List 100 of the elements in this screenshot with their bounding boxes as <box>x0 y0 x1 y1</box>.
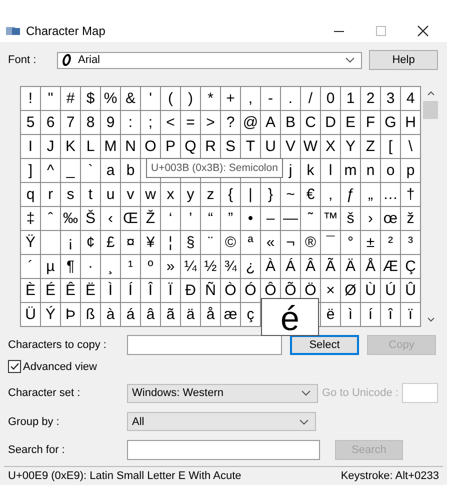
character-cell[interactable]: m <box>340 158 360 182</box>
character-cell[interactable]: ï <box>400 302 420 326</box>
character-cell[interactable]: % <box>100 86 120 110</box>
character-cell[interactable]: @ <box>240 110 260 134</box>
character-cell[interactable]: Ð <box>180 278 200 302</box>
character-cell[interactable]: ž <box>400 206 420 230</box>
character-cell[interactable]: µ <box>40 254 60 278</box>
character-cell[interactable]: $ <box>80 86 100 110</box>
character-cell[interactable]: ë <box>320 302 340 326</box>
character-cell[interactable]: N <box>120 134 140 158</box>
character-cell[interactable]: ì <box>340 302 360 326</box>
character-cell[interactable]: ; <box>140 110 160 134</box>
character-cell[interactable]: ‹ <box>100 206 120 230</box>
character-set-dropdown[interactable]: Windows: Western <box>127 384 318 402</box>
character-cell[interactable]: › <box>360 206 380 230</box>
character-cell[interactable]: \ <box>400 134 420 158</box>
character-cell[interactable]: „ <box>360 182 380 206</box>
character-cell[interactable]: • <box>240 206 260 230</box>
character-cell[interactable]: ¸ <box>100 254 120 278</box>
character-cell[interactable]: Š <box>80 206 100 230</box>
character-cell[interactable]: ¾ <box>220 254 240 278</box>
character-cell[interactable]: < <box>160 110 180 134</box>
character-cell[interactable]: ! <box>20 86 40 110</box>
character-cell[interactable]: ¬ <box>280 230 300 254</box>
character-cell[interactable]: Ý <box>40 302 60 326</box>
character-cell[interactable]: š <box>340 206 360 230</box>
close-icon[interactable] <box>417 25 429 37</box>
character-cell[interactable]: † <box>400 182 420 206</box>
character-cell[interactable]: q <box>20 182 40 206</box>
character-cell[interactable]: y <box>180 182 200 206</box>
character-cell[interactable]: _ <box>60 158 80 182</box>
character-cell[interactable]: À <box>260 254 280 278</box>
character-cell[interactable]: n <box>360 158 380 182</box>
maximize-icon[interactable] <box>375 25 387 37</box>
group-by-dropdown[interactable]: All <box>127 412 316 431</box>
character-cell[interactable]: — <box>280 206 300 230</box>
character-cell[interactable]: ¥ <box>140 230 160 254</box>
character-cell[interactable]: " <box>40 86 60 110</box>
character-cell[interactable]: î <box>380 302 400 326</box>
character-cell[interactable]: ƒ <box>340 182 360 206</box>
scroll-up-icon[interactable] <box>426 90 434 96</box>
character-cell[interactable]: } <box>260 182 280 206</box>
character-cell[interactable]: s <box>60 182 80 206</box>
checkbox[interactable] <box>8 360 21 373</box>
character-cell[interactable]: ¶ <box>60 254 80 278</box>
character-cell[interactable]: ” <box>220 206 240 230</box>
character-cell[interactable]: Ç <box>400 254 420 278</box>
character-cell[interactable]: ? <box>220 110 240 134</box>
character-cell[interactable]: ´ <box>20 254 40 278</box>
character-cell[interactable]: Å <box>360 254 380 278</box>
character-cell[interactable]: t <box>80 182 100 206</box>
character-cell[interactable]: ¹ <box>120 254 140 278</box>
character-cell[interactable]: o <box>380 158 400 182</box>
character-cell[interactable]: œ <box>380 206 400 230</box>
character-cell[interactable]: ¢ <box>80 230 100 254</box>
character-cell[interactable]: © <box>220 230 240 254</box>
character-cell[interactable]: § <box>180 230 200 254</box>
character-cell[interactable]: ß <box>80 302 100 326</box>
character-cell[interactable]: á <box>120 302 140 326</box>
character-cell[interactable]: ¿ <box>240 254 260 278</box>
character-cell[interactable]: ˜ <box>300 206 320 230</box>
character-cell[interactable]: { <box>220 182 240 206</box>
character-cell[interactable]: , <box>240 86 260 110</box>
character-cell[interactable]: Û <box>400 278 420 302</box>
character-cell[interactable]: W <box>300 134 320 158</box>
character-cell[interactable]: Ï <box>160 278 180 302</box>
character-cell[interactable]: » <box>160 254 180 278</box>
character-cell[interactable]: ä <box>180 302 200 326</box>
character-cell[interactable]: ¡ <box>60 230 80 254</box>
character-cell[interactable]: Â <box>300 254 320 278</box>
search-field[interactable] <box>127 440 320 460</box>
help-button[interactable]: Help <box>369 50 438 70</box>
character-cell[interactable]: k <box>300 158 320 182</box>
character-cell[interactable]: H <box>400 110 420 134</box>
character-cell[interactable]: Þ <box>60 302 80 326</box>
character-cell[interactable]: £ <box>100 230 120 254</box>
character-cell[interactable]: × <box>320 278 340 302</box>
character-cell[interactable]: ‘ <box>160 206 180 230</box>
character-cell[interactable]: 9 <box>100 110 120 134</box>
character-cell[interactable]: I <box>20 134 40 158</box>
character-cell[interactable]: 3 <box>380 86 400 110</box>
character-cell[interactable]: Ø <box>340 278 360 302</box>
character-cell[interactable]: Æ <box>380 254 400 278</box>
character-cell[interactable]: Ù <box>360 278 380 302</box>
character-cell[interactable]: ã <box>160 302 180 326</box>
character-cell[interactable]: ~ <box>280 182 300 206</box>
character-cell[interactable]: È <box>20 278 40 302</box>
character-cell[interactable]: Ê <box>60 278 80 302</box>
character-cell[interactable]: > <box>200 110 220 134</box>
character-cell[interactable]: Ò <box>220 278 240 302</box>
character-cell[interactable]: · <box>80 254 100 278</box>
character-cell[interactable]: Î <box>140 278 160 302</box>
character-cell[interactable]: u <box>100 182 120 206</box>
character-cell[interactable]: ) <box>180 86 200 110</box>
character-cell[interactable]: : <box>120 110 140 134</box>
character-cell[interactable]: K <box>60 134 80 158</box>
character-cell[interactable]: Ñ <box>200 278 220 302</box>
character-cell[interactable]: M <box>100 134 120 158</box>
character-cell[interactable]: E <box>340 110 360 134</box>
character-cell[interactable]: ˆ <box>40 206 60 230</box>
